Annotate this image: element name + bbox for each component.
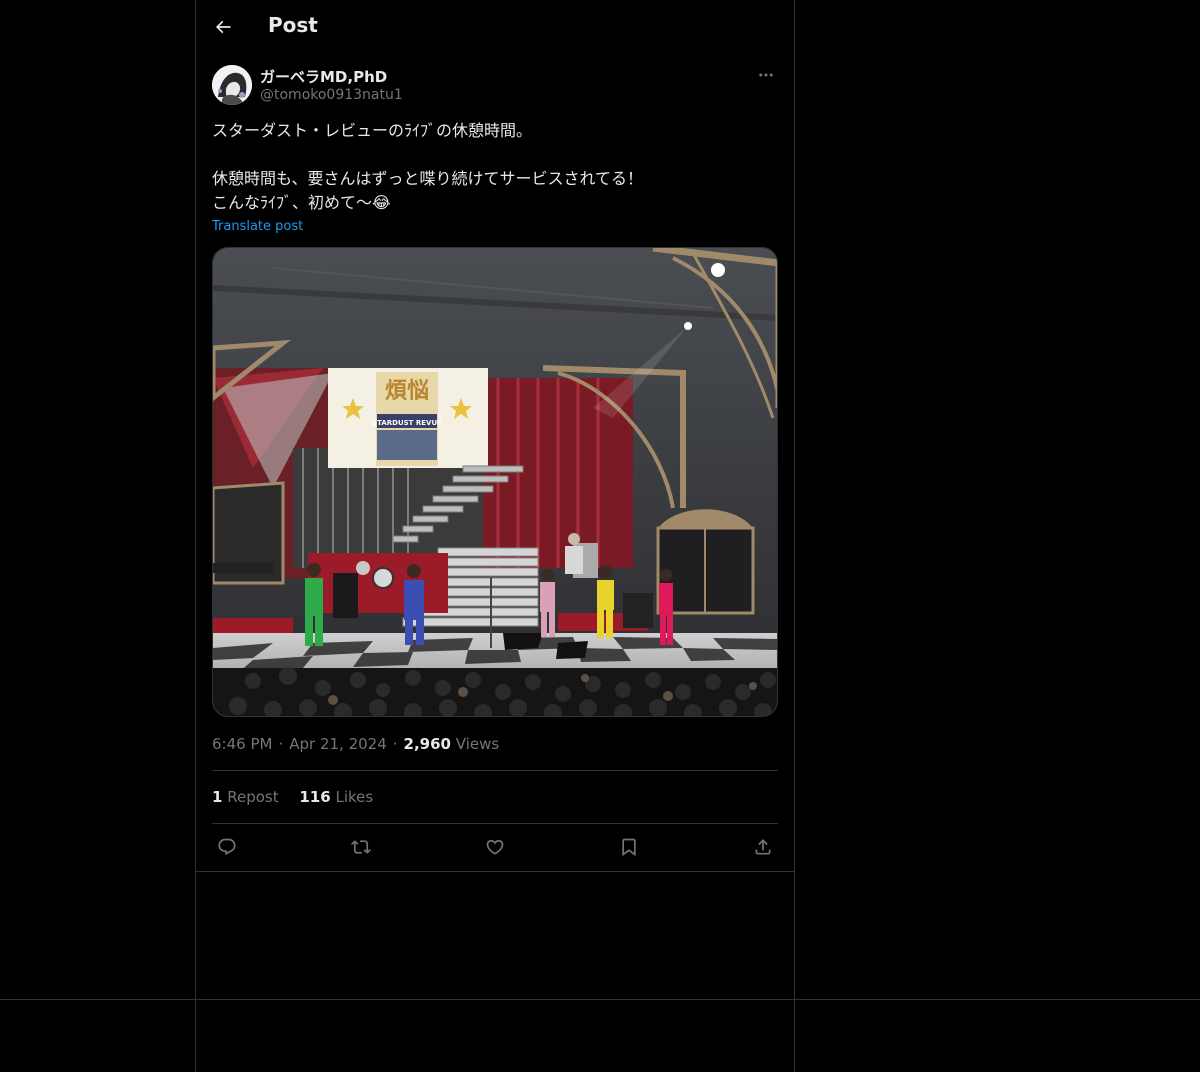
repost-button[interactable] (346, 832, 376, 862)
likes-label: Likes (335, 788, 374, 806)
post-time[interactable]: 6:46 PM (212, 735, 272, 753)
post-text-line: スターダスト・レビューのﾗｲﾌﾞの休憩時間。 (212, 121, 533, 140)
page-title: Post (268, 13, 318, 37)
back-button[interactable] (208, 12, 238, 42)
right-column-border (794, 0, 795, 1072)
views-count: 2,960 (403, 735, 451, 753)
translate-post-link[interactable]: Translate post (212, 219, 303, 234)
post-text-line: こんなﾗｲﾌﾞ、初めて〜😂 (212, 193, 391, 212)
separator-dot: · (392, 735, 398, 753)
stats-bottom-divider (212, 823, 778, 824)
views-label: Views (455, 735, 500, 753)
post-author: ガーベラMD,PhD @tomoko0913natu1 (212, 65, 778, 105)
post-date[interactable]: Apr 21, 2024 (289, 735, 387, 753)
author-display-name[interactable]: ガーベラMD,PhD (260, 66, 387, 87)
more-horizontal-icon (759, 73, 773, 77)
more-options-button[interactable] (754, 65, 778, 85)
repost-icon (351, 840, 371, 854)
screen-band-text: STARDUST REVUE (372, 419, 442, 427)
post-metadata: 6:46 PM · Apr 21, 2024 · 2,960 Views (212, 735, 499, 753)
bookmark-button[interactable] (614, 832, 644, 862)
left-column-border (195, 0, 196, 1072)
like-button[interactable] (480, 832, 510, 862)
post-photo[interactable]: 煩悩 STARDUST REVUE (212, 247, 778, 717)
reposts-count: 1 (212, 788, 223, 806)
heart-icon (486, 839, 504, 855)
post-column: Post ガーベラMD,PhD @tomoko0913natu1 スターダスト・… (196, 0, 794, 857)
engagement-stats: 1 Repost 116 Likes (212, 788, 389, 806)
avatar[interactable] (212, 65, 252, 105)
post-actions (212, 832, 778, 862)
likes-stat[interactable]: 116 Likes (299, 788, 373, 806)
bookmark-icon (622, 838, 636, 857)
post-text: スターダスト・レビューのﾗｲﾌﾞの休憩時間。 休憩時間も、要さんはずっと喋り続け… (212, 119, 778, 215)
screen-title-text: 煩悩 (385, 378, 429, 404)
reply-button[interactable] (212, 832, 242, 862)
reply-icon (218, 838, 236, 856)
share-button[interactable] (748, 832, 778, 862)
stats-top-divider (212, 770, 778, 771)
reposts-label: Repost (227, 788, 279, 806)
arrow-left-icon (215, 20, 231, 34)
post-text-line: 休憩時間も、要さんはずっと喋り続けてサービスされてる！ (212, 169, 644, 188)
author-handle[interactable]: @tomoko0913natu1 (260, 87, 403, 103)
bottom-divider (0, 999, 1200, 1000)
share-icon (755, 839, 771, 855)
separator-dot: · (278, 735, 284, 753)
reposts-stat[interactable]: 1 Repost (212, 788, 279, 806)
post-header: Post (196, 0, 794, 54)
likes-count: 116 (299, 788, 331, 806)
post-bottom-border (196, 871, 794, 872)
